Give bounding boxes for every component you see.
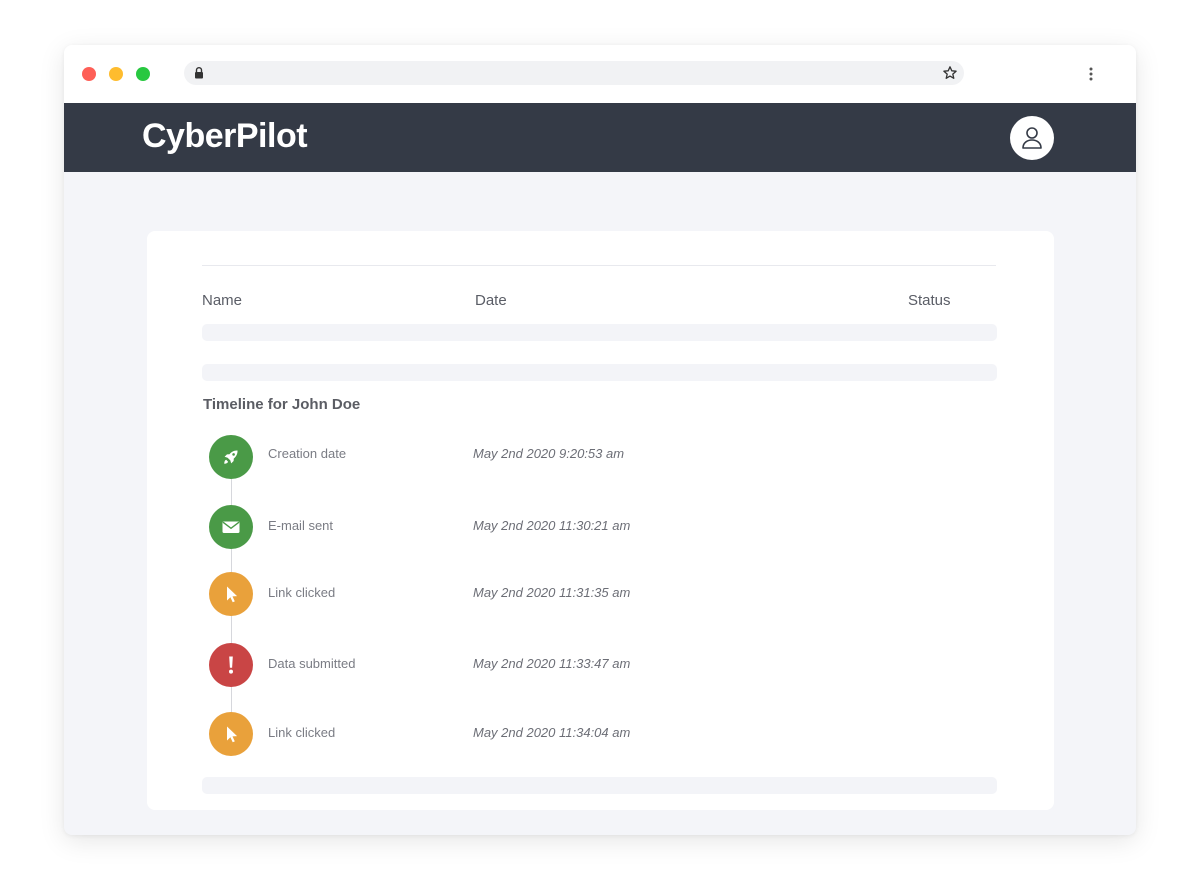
star-icon[interactable] — [942, 65, 958, 81]
timeline-event-date: May 2nd 2020 9:20:53 am — [473, 446, 625, 461]
user-icon — [1022, 127, 1042, 149]
timeline-event-icon — [209, 572, 253, 616]
cursor-icon — [227, 726, 238, 743]
browser-toolbar — [64, 45, 1136, 103]
placeholder-row — [202, 777, 997, 794]
timeline-event-label: Data submitted — [268, 656, 356, 671]
column-header-name[interactable]: Name — [202, 291, 242, 311]
timeline-event-icon — [209, 505, 253, 549]
placeholder-row — [202, 324, 997, 341]
window-close-button[interactable] — [82, 67, 96, 81]
divider — [202, 265, 996, 266]
browser-window: CyberPilot Name Date Status Timeline for… — [64, 45, 1136, 835]
logo[interactable]: CyberPilot — [142, 116, 308, 156]
timeline-title: Timeline for John Doe — [203, 396, 361, 413]
rocket-icon — [224, 450, 238, 464]
timeline-event-label: Link clicked — [268, 585, 336, 600]
window-maximize-button[interactable] — [136, 67, 150, 81]
column-header-date[interactable]: Date — [475, 291, 507, 311]
cursor-icon — [227, 586, 238, 603]
exclamation-icon — [229, 656, 233, 674]
kebab-menu-icon[interactable] — [1086, 65, 1096, 83]
app-header: CyberPilot — [64, 103, 1136, 172]
timeline-event-date: May 2nd 2020 11:30:21 am — [473, 518, 631, 533]
timeline-event-icon — [209, 712, 253, 756]
column-header-status[interactable]: Status — [908, 291, 951, 311]
timeline-event-label: Creation date — [268, 446, 347, 461]
timeline-event-date: May 2nd 2020 11:33:47 am — [473, 656, 631, 671]
placeholder-row — [202, 364, 997, 381]
timeline-event-date: May 2nd 2020 11:31:35 am — [473, 585, 631, 600]
address-bar[interactable] — [184, 61, 964, 85]
timeline-event-label: E-mail sent — [268, 518, 334, 533]
window-minimize-button[interactable] — [109, 67, 123, 81]
content-card: Name Date Status Timeline for John Doe C… — [147, 231, 1054, 810]
timeline-event-date: May 2nd 2020 11:34:04 am — [473, 725, 631, 740]
lock-icon — [195, 67, 203, 79]
timeline-event-icon — [209, 643, 253, 687]
account-button[interactable] — [1010, 116, 1054, 160]
timeline-event-icon — [209, 435, 253, 479]
timeline-event-label: Link clicked — [268, 725, 336, 740]
envelope-icon — [222, 521, 240, 533]
